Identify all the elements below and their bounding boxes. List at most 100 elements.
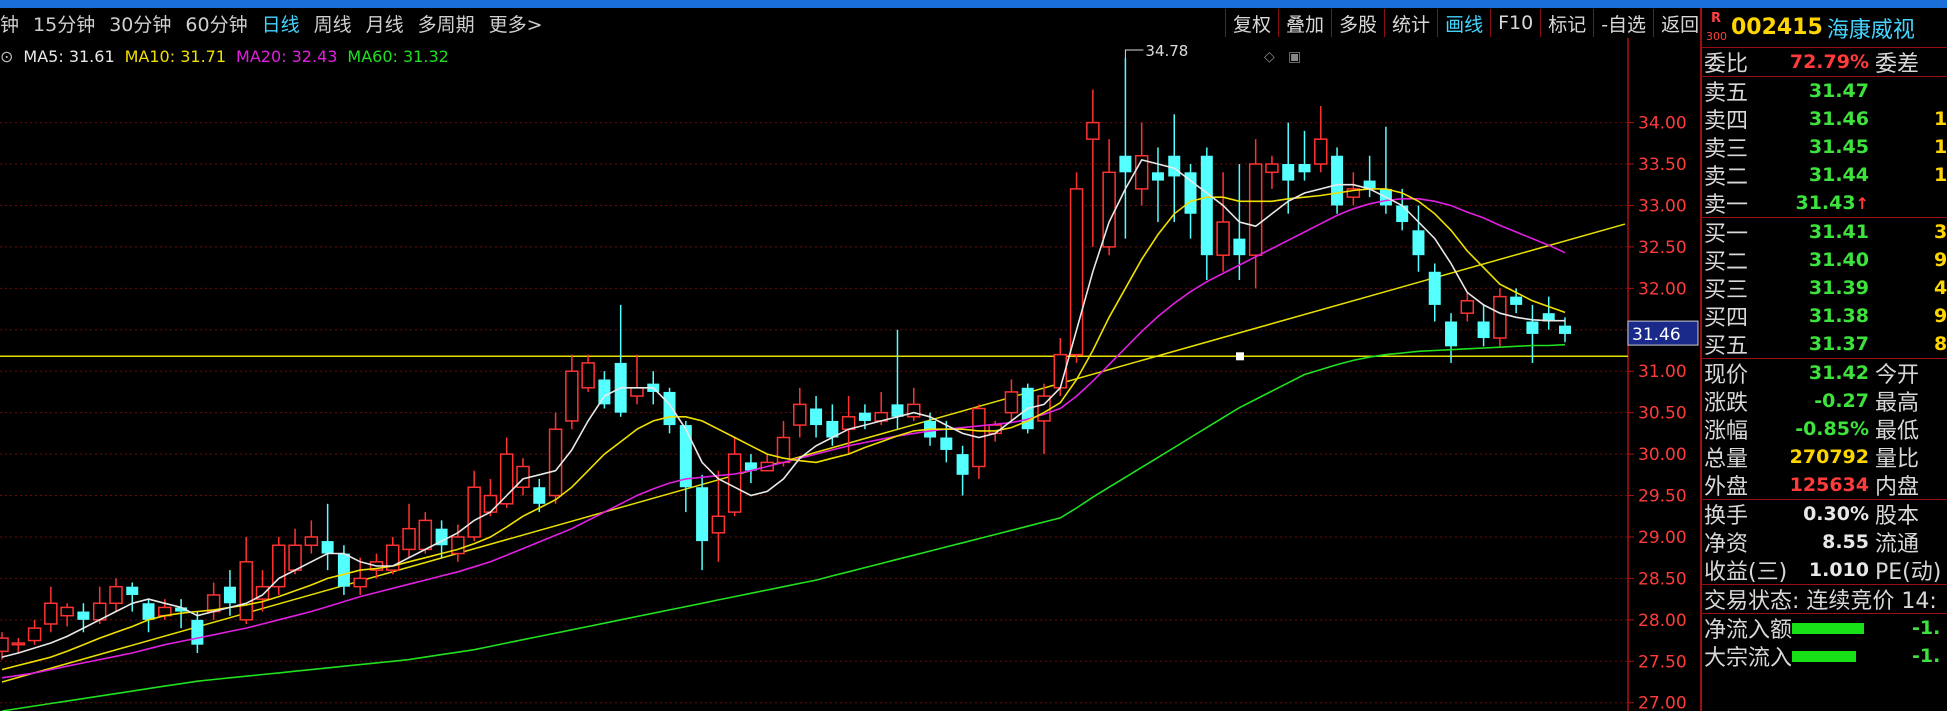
buy-level-4[interactable]: 买四 31.38 9 bbox=[1702, 302, 1947, 331]
stat-row-0-value: 31.42 bbox=[1764, 362, 1869, 384]
panel-toggle-icon[interactable]: ▣ bbox=[1288, 49, 1301, 65]
badge-num: 300 bbox=[1706, 29, 1727, 43]
sell-level-4-value: 31.46 bbox=[1764, 108, 1869, 130]
buy-level-3[interactable]: 买三 31.39 4 bbox=[1702, 274, 1947, 303]
buy-level-4-volume: 9 bbox=[1934, 305, 1947, 327]
sell-level-5[interactable]: 卖五 31.47 bbox=[1702, 77, 1947, 106]
stat-row-4[interactable]: 外盘 125634 内盘 bbox=[1702, 471, 1947, 500]
candle-body-up bbox=[402, 527, 416, 551]
candle-body-up bbox=[630, 387, 644, 397]
diamond-icon[interactable]: ◇ bbox=[1264, 49, 1275, 65]
badge-r: R bbox=[1711, 10, 1722, 26]
sell-level-3-value-text: 31.45 bbox=[1808, 136, 1869, 158]
candle-body-down bbox=[1282, 164, 1295, 181]
sell-level-1-value: 31.43↑ bbox=[1764, 192, 1869, 214]
flow-bar bbox=[1792, 650, 1856, 662]
stat-row-2-value: -0.85% bbox=[1764, 418, 1869, 440]
stat-row-0-value-text: 31.42 bbox=[1808, 362, 1869, 384]
flow-value: -1. bbox=[1912, 645, 1941, 667]
period-tab-1[interactable]: 15分钟 bbox=[26, 10, 102, 37]
fundamental-row-2-value: 1.010 bbox=[1784, 559, 1869, 581]
buy-level-2-value: 31.40 bbox=[1764, 249, 1869, 271]
stat-row-3[interactable]: 总量 270792 量比 bbox=[1702, 443, 1947, 472]
toolbar-button-4[interactable]: 画线 bbox=[1438, 9, 1492, 37]
sell-level-2-value-text: 31.44 bbox=[1808, 164, 1869, 186]
buy-level-4-value: 31.38 bbox=[1764, 305, 1869, 327]
y-tick-label: 30.00 bbox=[1638, 445, 1687, 465]
line-handle[interactable] bbox=[1236, 352, 1244, 361]
candle-body-up bbox=[353, 577, 367, 588]
fundamental-row-1[interactable]: 净资 8.55 流通 bbox=[1702, 528, 1947, 557]
candle-body-up bbox=[711, 515, 726, 534]
sell-level-3[interactable]: 卖三 31.45 1 bbox=[1702, 133, 1947, 162]
period-tab-8[interactable]: 更多> bbox=[482, 10, 550, 37]
buy-level-3-value: 31.39 bbox=[1764, 277, 1869, 299]
candle-body-down bbox=[1298, 164, 1311, 173]
candle-body-down bbox=[321, 541, 334, 554]
buy-level-2[interactable]: 买二 31.40 9 bbox=[1702, 246, 1947, 275]
stat-row-3-value: 270792 bbox=[1764, 446, 1869, 468]
buy-level-5-label: 买五 bbox=[1704, 334, 1749, 359]
candle-body-up bbox=[288, 544, 302, 571]
candle-body-up bbox=[27, 627, 42, 642]
kline-chart-svg[interactable]: 34.0033.5033.0032.5032.0031.5031.0030.50… bbox=[0, 38, 1700, 711]
period-tab-3[interactable]: 60分钟 bbox=[178, 10, 254, 37]
sell-level-1[interactable]: 卖一 31.43↑ bbox=[1702, 189, 1947, 218]
stock-name[interactable]: 海康威视 bbox=[1827, 12, 1915, 44]
toolbar-button-2[interactable]: 多股 bbox=[1332, 9, 1386, 37]
candle-body-down bbox=[191, 619, 204, 645]
candle-body-up bbox=[1460, 300, 1475, 314]
stat-row-2[interactable]: 涨幅 -0.85% 最低 bbox=[1702, 415, 1947, 444]
flow-row-1: 大宗流入 -1. bbox=[1702, 642, 1947, 671]
candle-body-down bbox=[940, 437, 953, 450]
trade-status-row: 交易状态: 连续竞价 14: bbox=[1702, 585, 1947, 614]
sell-level-4[interactable]: 卖四 31.46 1 bbox=[1702, 105, 1947, 134]
y-tick-label: 33.00 bbox=[1638, 196, 1687, 216]
candle-body-up bbox=[793, 403, 807, 426]
flow-value: -1. bbox=[1912, 617, 1941, 639]
ma60-line bbox=[1, 343, 1566, 711]
y-tick-label: 32.50 bbox=[1638, 238, 1687, 258]
ma-legend-item-1: MA10: 31.71 bbox=[124, 46, 227, 66]
candle-body-up bbox=[60, 606, 74, 617]
toolbar-button-5[interactable]: F10 bbox=[1491, 9, 1542, 37]
candle-body-up bbox=[907, 403, 921, 418]
toolbar-button-1[interactable]: 叠加 bbox=[1279, 9, 1333, 37]
buy-level-1-value-text: 31.41 bbox=[1808, 221, 1869, 243]
candle-body-up bbox=[1004, 391, 1019, 414]
sell-level-4-volume: 1 bbox=[1934, 108, 1947, 130]
toolbar-button-3[interactable]: 统计 bbox=[1385, 9, 1439, 37]
stat-row-4-value: 125634 bbox=[1764, 474, 1869, 496]
candle-body-up bbox=[11, 642, 26, 646]
stat-row-1[interactable]: 涨跌 -0.27 最高 bbox=[1702, 387, 1947, 416]
price-stats: 现价 31.42 今开 涨跌 -0.27 最高 涨幅 -0.85% 最低 总量 270792 量比 外盘… bbox=[1702, 359, 1947, 500]
period-tab-0[interactable]: 钟 bbox=[0, 10, 26, 37]
kline-chart[interactable]: 34.0033.5033.0032.5032.0031.5031.0030.50… bbox=[0, 38, 1700, 711]
weibi-row: 委比 72.79% 委差 bbox=[1702, 48, 1947, 77]
toolbar-button-0[interactable]: 复权 bbox=[1226, 9, 1280, 37]
sell-level-1-value-text: 31.43 bbox=[1795, 192, 1856, 214]
period-tab-2[interactable]: 30分钟 bbox=[102, 10, 178, 37]
candle-body-down bbox=[126, 586, 139, 595]
toolbar-button-6[interactable]: 标记 bbox=[1541, 9, 1595, 37]
stat-row-0[interactable]: 现价 31.42 今开 bbox=[1702, 359, 1947, 388]
fundamental-row-2[interactable]: 收益(三) 1.010 PE(动) bbox=[1702, 556, 1947, 585]
buy-level-1[interactable]: 买一 31.41 3 bbox=[1702, 218, 1947, 247]
settings-circle-icon[interactable]: ⊙ bbox=[0, 47, 13, 66]
candle-body-up bbox=[109, 585, 123, 605]
flow-label: 大宗流入 bbox=[1704, 646, 1793, 671]
fundamental-row-0[interactable]: 换手 0.30% 股本 bbox=[1702, 500, 1947, 529]
period-tab-5[interactable]: 周线 bbox=[307, 10, 359, 37]
candle-body-down bbox=[223, 586, 236, 604]
stat-row-2-value-text: -0.85% bbox=[1795, 418, 1869, 440]
period-tab-4[interactable]: 日线 bbox=[255, 10, 307, 37]
period-tab-7[interactable]: 多周期 bbox=[411, 10, 482, 37]
buy-level-5[interactable]: 买五 31.37 8 bbox=[1702, 330, 1947, 359]
candle-body-up bbox=[44, 602, 58, 625]
period-tab-6[interactable]: 月线 bbox=[359, 10, 411, 37]
y-tick-label: 27.00 bbox=[1638, 694, 1687, 711]
sell-level-2[interactable]: 卖二 31.44 1 bbox=[1702, 161, 1947, 190]
toolbar-button-7[interactable]: -自选 bbox=[1594, 9, 1655, 37]
current-price-label: 31.46 bbox=[1632, 325, 1681, 345]
stat-row-3-value-text: 270792 bbox=[1789, 446, 1869, 468]
